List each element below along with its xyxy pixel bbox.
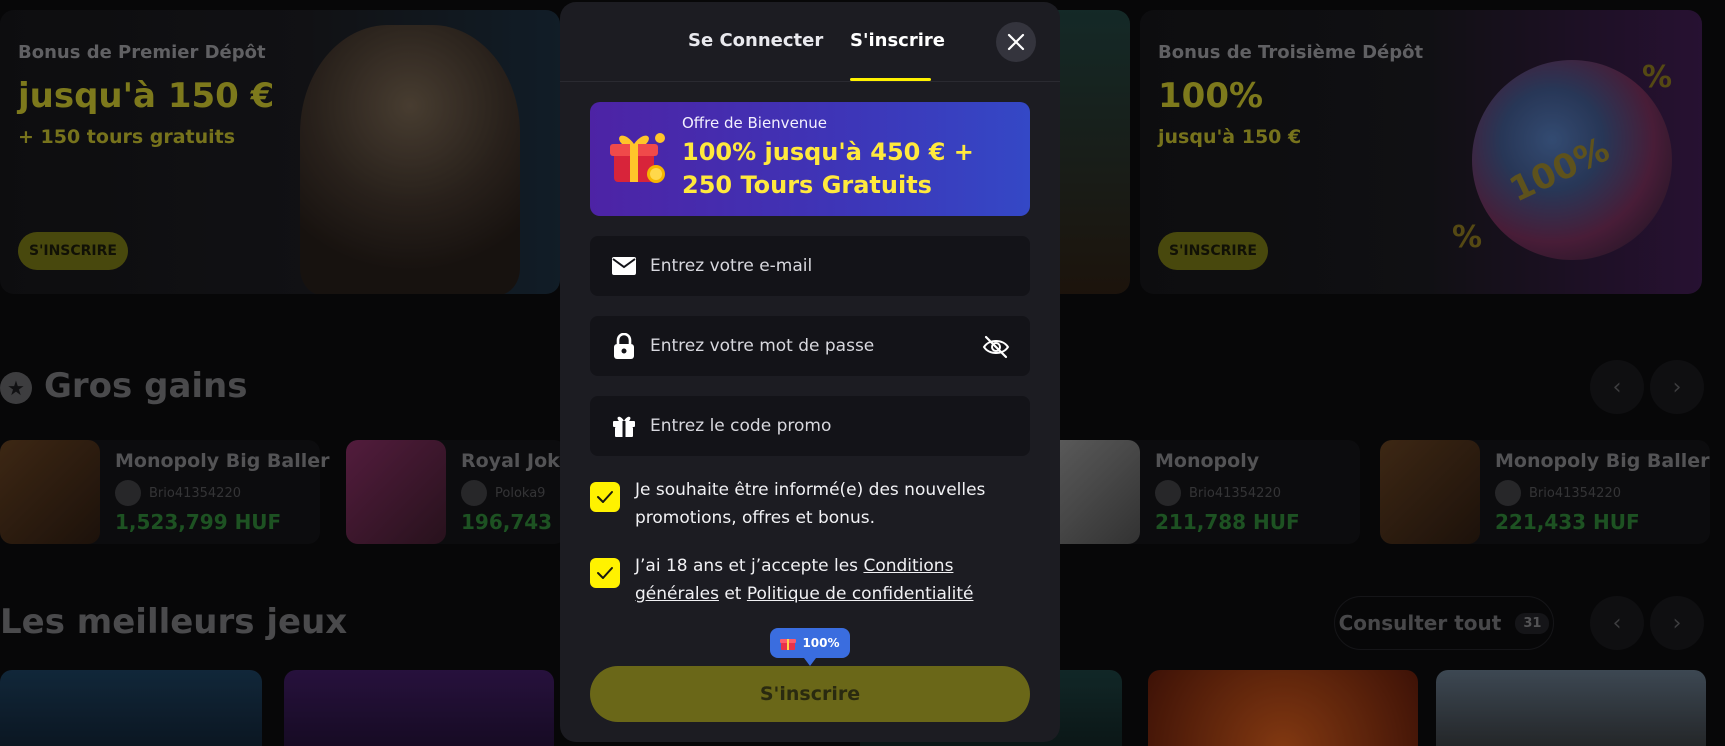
terms-prefix: J’ai 18 ans et j’accepte les xyxy=(635,556,859,576)
bonus-badge-text: 100% xyxy=(802,636,840,650)
register-submit-button[interactable]: S'inscrire xyxy=(590,666,1030,722)
checkmark-icon xyxy=(597,567,613,579)
offer-title: 100% jusqu'à 450 € + 250 Tours Gratuits xyxy=(682,138,974,199)
checkmark-icon xyxy=(597,491,613,503)
password-input[interactable] xyxy=(650,336,970,356)
promo-code-input[interactable] xyxy=(650,416,970,436)
newsletter-consent: Je souhaite être informé(e) des nouvelle… xyxy=(590,476,1030,532)
privacy-policy-link[interactable]: Politique de confidentialité xyxy=(747,584,974,604)
terms-consent-text: J’ai 18 ans et j’accepte les Conditions … xyxy=(635,552,1030,608)
offer-label: Offre de Bienvenue xyxy=(682,114,828,132)
eye-off-icon[interactable] xyxy=(982,333,1010,361)
auth-tabs: Se Connecter S'inscrire xyxy=(560,2,1060,82)
welcome-offer-banner: Offre de Bienvenue 100% jusqu'à 450 € + … xyxy=(590,102,1030,216)
terms-checkbox[interactable] xyxy=(590,558,620,588)
lock-icon xyxy=(610,333,638,359)
newsletter-consent-text: Je souhaite être informé(e) des nouvelle… xyxy=(635,480,986,528)
tab-register[interactable]: S'inscrire xyxy=(850,30,945,51)
gift-icon xyxy=(610,414,638,438)
promo-code-field[interactable] xyxy=(590,396,1030,456)
terms-consent: J’ai 18 ans et j’accepte les Conditions … xyxy=(590,552,1030,608)
active-tab-indicator xyxy=(850,78,931,81)
password-field[interactable] xyxy=(590,316,1030,376)
terms-and: et xyxy=(724,584,742,604)
gift-box-icon xyxy=(610,133,665,183)
bonus-badge: 100% xyxy=(770,628,850,666)
newsletter-checkbox[interactable] xyxy=(590,482,620,512)
close-icon xyxy=(1007,33,1025,51)
gift-icon xyxy=(780,639,797,650)
envelope-icon xyxy=(610,257,638,275)
email-field[interactable] xyxy=(590,236,1030,296)
close-button[interactable] xyxy=(996,22,1036,62)
register-modal: Se Connecter S'inscrire Offre de Bienven… xyxy=(560,2,1060,742)
email-input[interactable] xyxy=(650,256,970,276)
tab-login[interactable]: Se Connecter xyxy=(688,30,823,51)
